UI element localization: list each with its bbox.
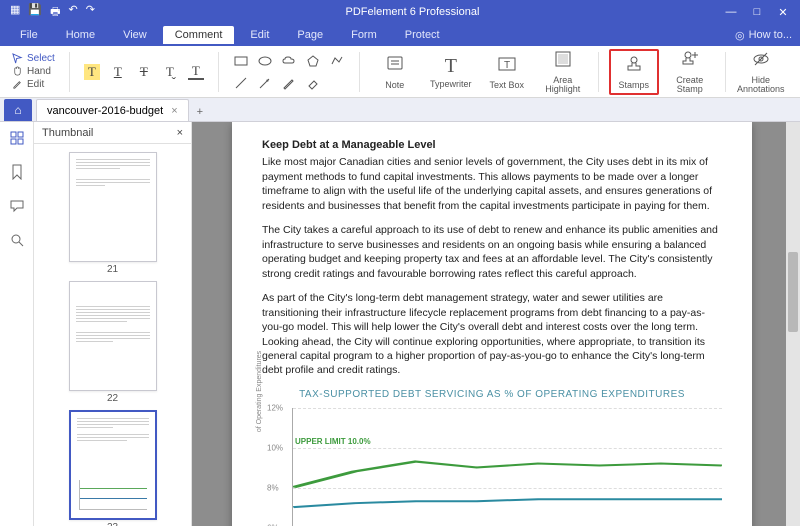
- document-tab[interactable]: vancouver-2016-budget ×: [36, 99, 189, 121]
- menu-edit[interactable]: Edit: [238, 26, 281, 44]
- thumbnail-page-number: 23: [107, 522, 118, 526]
- document-tab-label: vancouver-2016-budget: [47, 105, 163, 117]
- menu-file[interactable]: File: [8, 26, 50, 44]
- app-title: PDFelement 6 Professional: [105, 6, 720, 18]
- home-tab-icon[interactable]: ⌂: [4, 99, 32, 121]
- title-bar: ▦ 💾 🖶 ↶ ↷ PDFelement 6 Professional — □ …: [0, 0, 800, 24]
- menu-view[interactable]: View: [111, 26, 159, 44]
- menu-home[interactable]: Home: [54, 26, 107, 44]
- polygon-shape[interactable]: [305, 53, 321, 69]
- thumbnail-page-number: 22: [107, 393, 118, 404]
- menu-comment[interactable]: Comment: [163, 26, 235, 44]
- location-icon: ◎: [735, 29, 745, 42]
- typewriter-button[interactable]: T Typewriter: [426, 49, 476, 95]
- menu-bar: File Home View Comment Edit Page Form Pr…: [0, 24, 800, 46]
- line-shape[interactable]: [233, 75, 249, 91]
- create-stamp-icon: [680, 49, 700, 74]
- chart-block: TAX-SUPPORTED DEBT SERVICING AS % OF OPE…: [262, 388, 722, 526]
- app-icon: ▦: [10, 3, 20, 22]
- side-toolbar: [0, 122, 34, 526]
- add-tab-button[interactable]: +: [189, 103, 211, 121]
- strikethrough-text-tool[interactable]: T: [136, 64, 152, 80]
- search-panel-icon[interactable]: [7, 230, 27, 250]
- pencil-tool[interactable]: [281, 75, 297, 91]
- vertical-scrollbar[interactable]: [786, 122, 800, 526]
- redo-icon[interactable]: ↷: [86, 3, 95, 22]
- menu-page[interactable]: Page: [285, 26, 335, 44]
- typewriter-icon: T: [445, 55, 457, 78]
- oval-shape[interactable]: [257, 53, 273, 69]
- annotations-panel-icon[interactable]: [7, 196, 27, 216]
- rectangle-shape[interactable]: [233, 53, 249, 69]
- edit-tool[interactable]: Edit: [12, 79, 55, 90]
- eraser-tool[interactable]: [305, 75, 321, 91]
- how-to-link[interactable]: ◎ How to...: [735, 29, 792, 42]
- hand-tool[interactable]: Hand: [12, 66, 55, 77]
- thumbnail-page-number: 21: [107, 264, 118, 275]
- area-highlight-button[interactable]: Area Highlight: [538, 49, 588, 95]
- doc-paragraph: Like most major Canadian cities and seni…: [262, 155, 722, 213]
- highlight-text-tool[interactable]: T: [84, 64, 100, 80]
- doc-paragraph: The City takes a careful approach to its…: [262, 223, 722, 281]
- chart-ylabel: of Operating Expenditures: [255, 351, 265, 432]
- caret-text-tool[interactable]: T̬: [162, 64, 178, 80]
- stamp-icon: [624, 54, 644, 79]
- stamps-button[interactable]: Stamps: [609, 49, 659, 95]
- underline-text-tool[interactable]: T: [110, 64, 126, 80]
- note-button[interactable]: Note: [370, 49, 420, 95]
- thumbnail-page-23[interactable]: 23: [67, 410, 159, 526]
- hide-annotations-button[interactable]: Hide Annotations: [736, 49, 786, 95]
- svg-text:T: T: [504, 60, 510, 71]
- thumbnails-panel-icon[interactable]: [7, 128, 27, 148]
- text-box-icon: T: [497, 54, 517, 79]
- cloud-shape[interactable]: [281, 53, 297, 69]
- close-thumbnail-panel-icon[interactable]: ×: [177, 127, 183, 139]
- thumbnail-page-21[interactable]: 21: [67, 152, 159, 275]
- doc-heading: Keep Debt at a Manageable Level: [262, 138, 722, 153]
- print-icon[interactable]: 🖶: [50, 3, 60, 22]
- hide-annotations-icon: [751, 49, 771, 74]
- document-area[interactable]: Keep Debt at a Manageable Level Like mos…: [192, 122, 800, 526]
- text-box-button[interactable]: T Text Box: [482, 49, 532, 95]
- workspace: Thumbnail × 21 22 23 Keep Debt at a Mana…: [0, 122, 800, 526]
- ribbon-toolbar: Select Hand Edit T T T T̬ T Note: [0, 46, 800, 98]
- thumbnail-page-22[interactable]: 22: [67, 281, 159, 404]
- menu-protect[interactable]: Protect: [393, 26, 452, 44]
- bookmarks-panel-icon[interactable]: [7, 162, 27, 182]
- squiggly-text-tool[interactable]: T: [188, 64, 204, 80]
- connected-lines-shape[interactable]: [329, 53, 345, 69]
- close-tab-icon[interactable]: ×: [171, 105, 177, 117]
- chart: 6%8%10%12%UPPER LIMIT 10.0%LOWER LIMIT 6…: [292, 408, 722, 526]
- thumbnail-panel: Thumbnail × 21 22 23: [34, 122, 192, 526]
- thumbnail-panel-title: Thumbnail: [42, 127, 93, 139]
- close-window-button[interactable]: ✕: [772, 6, 794, 19]
- save-icon[interactable]: 💾: [28, 3, 42, 22]
- create-stamp-button[interactable]: Create Stamp: [665, 49, 715, 95]
- minimize-button[interactable]: —: [720, 6, 742, 19]
- document-page: Keep Debt at a Manageable Level Like mos…: [232, 122, 752, 526]
- undo-icon[interactable]: ↶: [69, 3, 78, 22]
- maximize-button[interactable]: □: [746, 6, 768, 19]
- document-tab-strip: ⌂ vancouver-2016-budget × +: [0, 98, 800, 122]
- doc-paragraph: As part of the City's long-term debt man…: [262, 291, 722, 378]
- chart-title: TAX-SUPPORTED DEBT SERVICING AS % OF OPE…: [262, 388, 722, 402]
- menu-form[interactable]: Form: [339, 26, 389, 44]
- arrow-shape[interactable]: [257, 75, 273, 91]
- area-highlight-icon: [553, 49, 573, 74]
- select-tool[interactable]: Select: [12, 53, 55, 64]
- note-icon: [385, 54, 405, 79]
